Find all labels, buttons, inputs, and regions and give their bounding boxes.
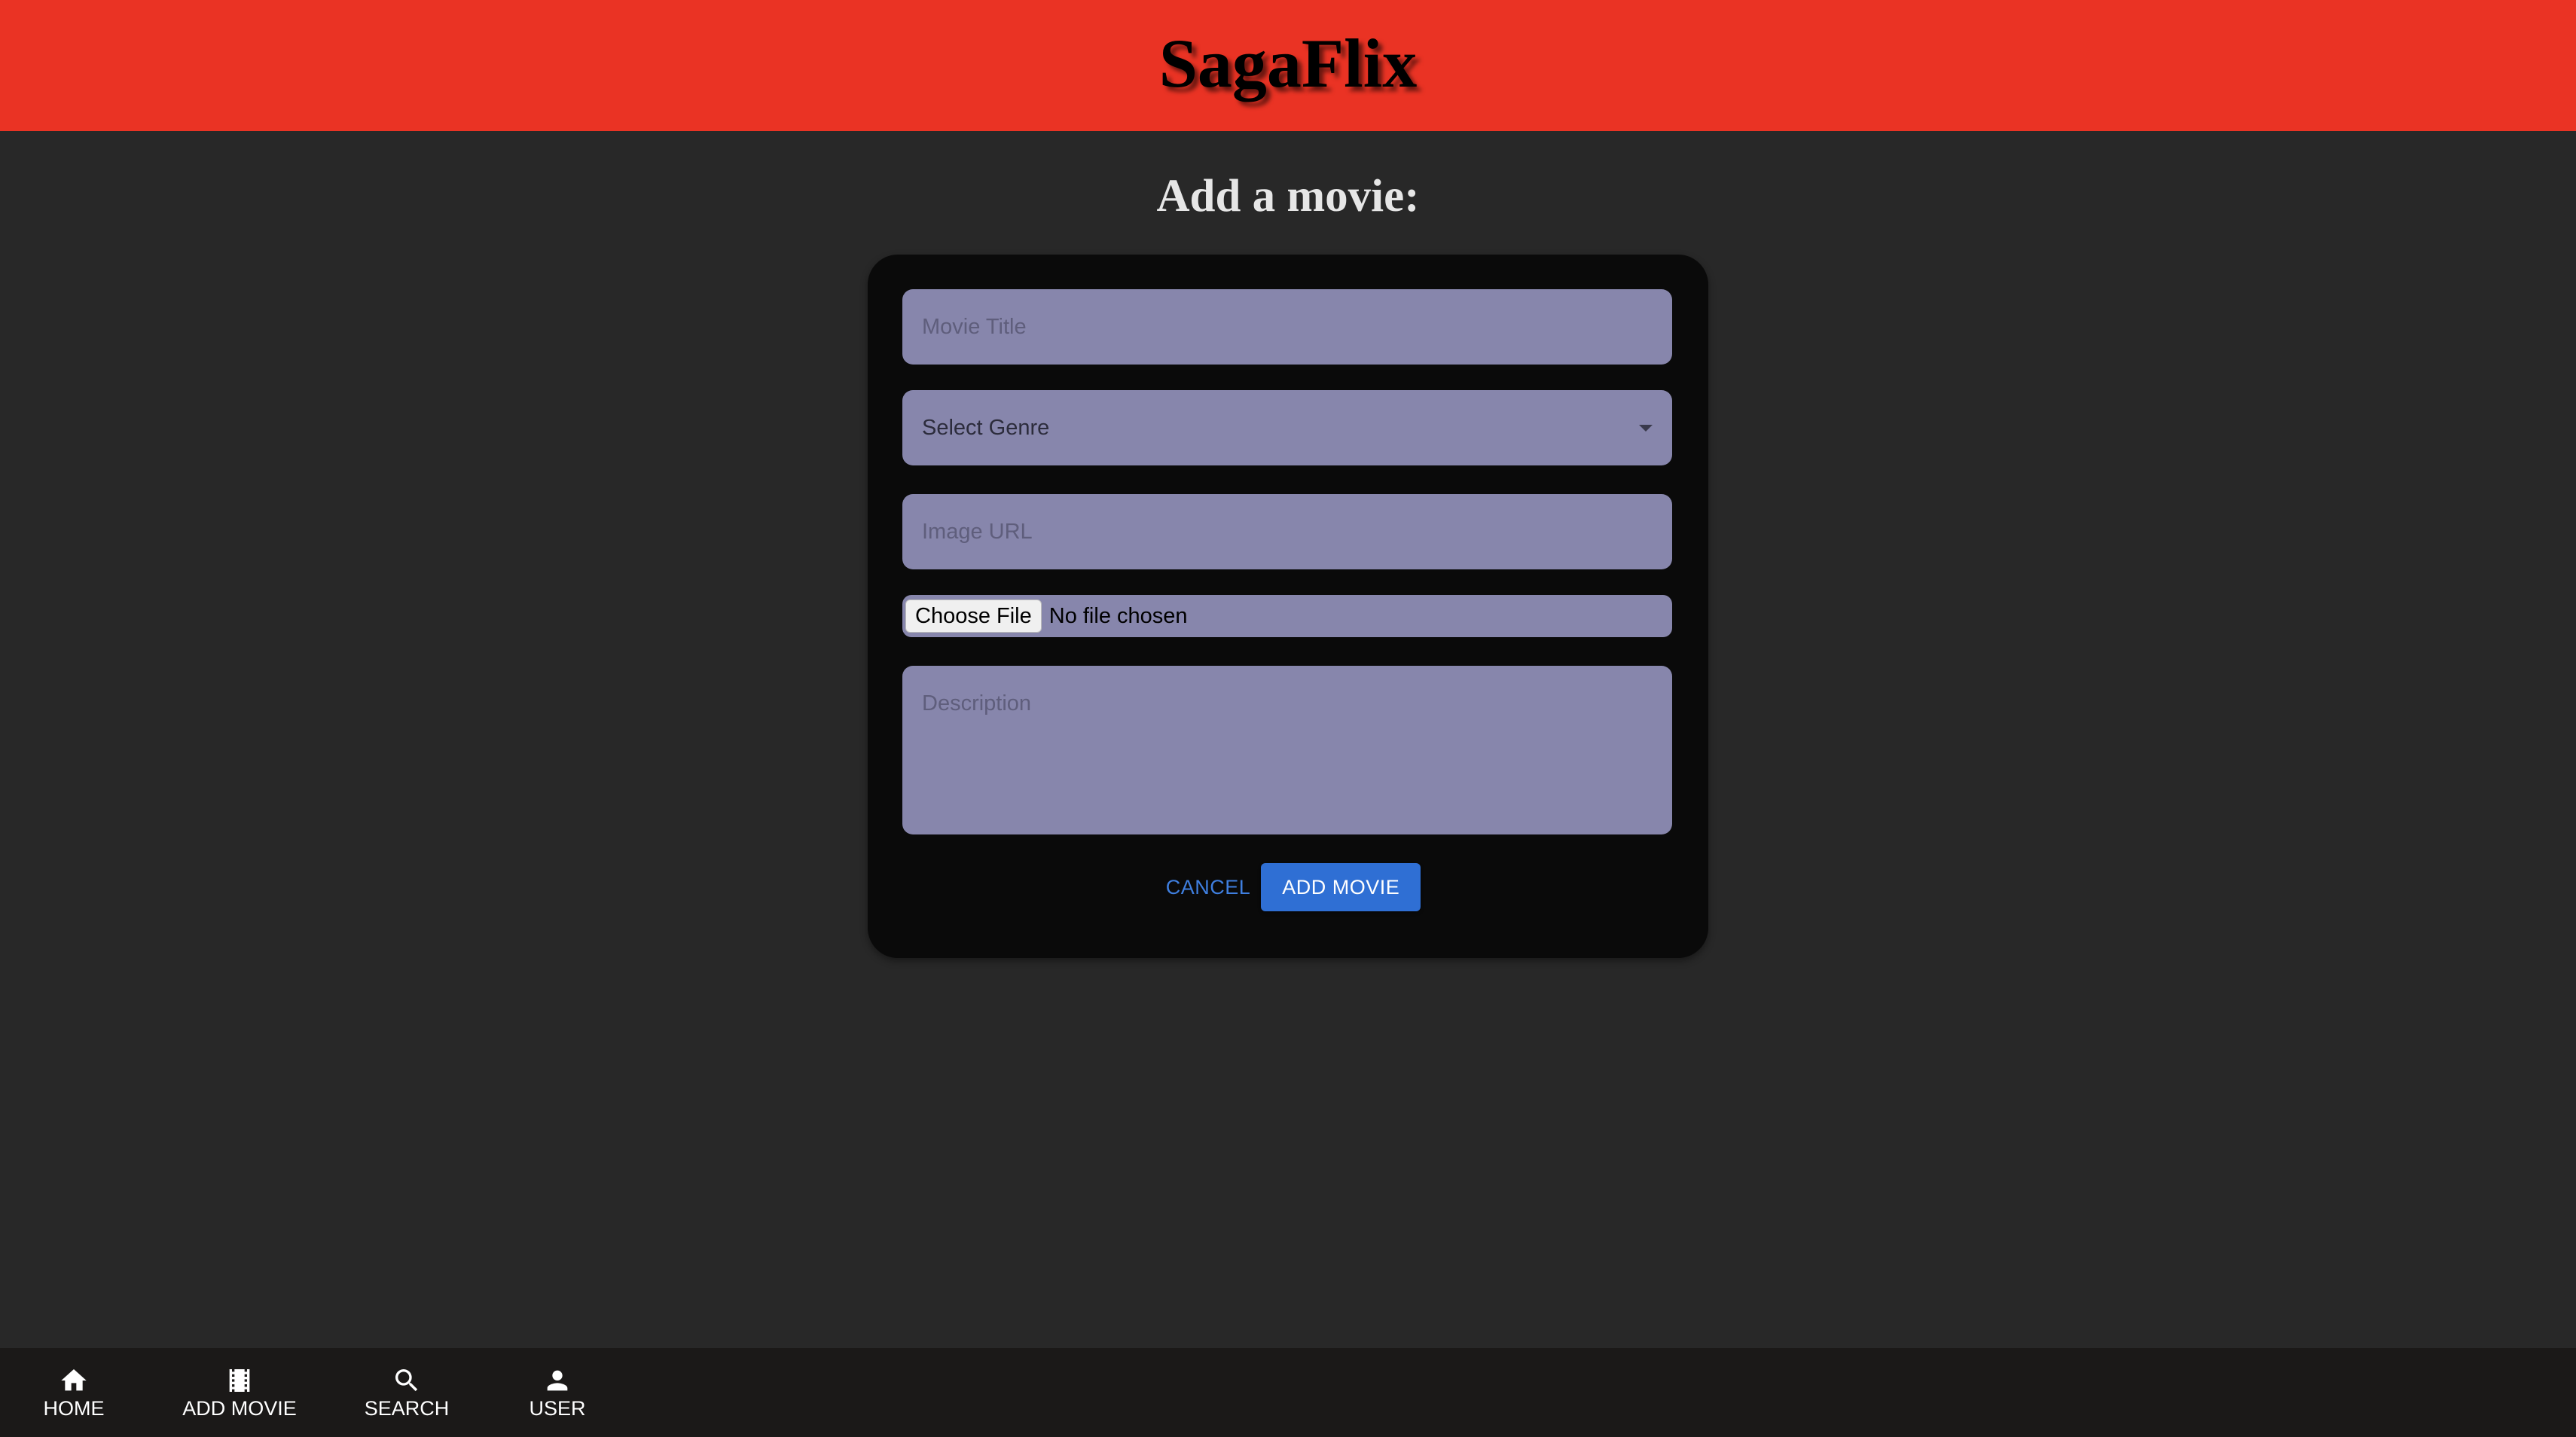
nav-label-user: USER (529, 1396, 586, 1420)
nav-item-search[interactable]: SEARCH (365, 1348, 449, 1437)
movie-icon (229, 1368, 250, 1392)
nav-label-add-movie: ADD MOVIE (182, 1396, 297, 1420)
nav-label-search: SEARCH (364, 1396, 450, 1420)
image-url-input[interactable]: Image URL (902, 494, 1672, 569)
genre-select-value: Select Genre (922, 415, 1050, 440)
add-movie-button[interactable]: ADD MOVIE (1261, 863, 1421, 911)
chevron-down-icon (1639, 425, 1653, 432)
movie-title-placeholder: Movie Title (922, 314, 1027, 339)
bottom-navigation: HOME ADD MOVIE SEARCH USER (0, 1348, 2576, 1437)
nav-item-add-movie[interactable]: ADD MOVIE (181, 1348, 298, 1437)
description-placeholder: Description (922, 691, 1032, 715)
user-icon (547, 1370, 568, 1390)
page-title: Add a movie: (1156, 171, 1420, 221)
add-movie-form: Movie Title Select Genre Image URL Choos… (868, 255, 1708, 958)
nav-label-home: HOME (43, 1396, 105, 1420)
nav-item-home[interactable]: HOME (43, 1348, 105, 1437)
app-header: SagaFlix (0, 0, 2576, 131)
genre-select[interactable]: Select Genre (902, 390, 1672, 465)
file-input[interactable]: Choose File No file chosen (902, 595, 1672, 637)
movie-title-input[interactable]: Movie Title (902, 289, 1672, 365)
nav-item-user[interactable]: USER (527, 1348, 588, 1437)
home-icon (61, 1368, 87, 1390)
file-status: No file chosen (1048, 603, 1188, 628)
cancel-button[interactable]: CANCEL (1155, 863, 1262, 911)
search-icon (395, 1368, 418, 1391)
image-url-placeholder: Image URL (922, 519, 1033, 544)
description-textarea[interactable]: Description (902, 666, 1672, 834)
choose-file-button[interactable]: Choose File (905, 600, 1042, 633)
brand-logo: SagaFlix (1158, 25, 1418, 102)
form-actions: CANCEL ADD MOVIE (868, 863, 1708, 911)
